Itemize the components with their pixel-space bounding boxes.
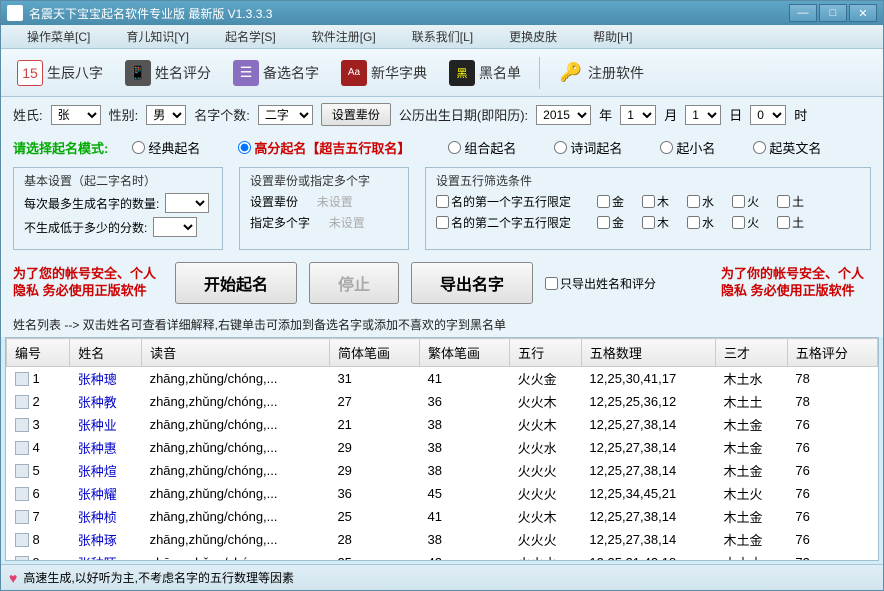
wuxing-1-2[interactable]: 水 [687, 214, 714, 231]
toolbar-icon-2: ☰ [233, 60, 259, 86]
col-1[interactable]: 姓名 [70, 339, 142, 367]
toolbar-3[interactable]: Aa新华字典 [333, 56, 435, 90]
max-count-select[interactable] [165, 193, 209, 213]
minimize-button[interactable]: — [789, 4, 817, 22]
toolbar-icon-3: Aa [341, 60, 367, 86]
table-row[interactable]: 1张种璁zhāng,zhǔng/chóng,...3141火火金12,25,30… [7, 367, 878, 391]
gender-label: 性别: [109, 105, 139, 124]
table-row[interactable]: 5张种煊zhāng,zhǔng/chóng,...2938火火火12,25,27… [7, 459, 878, 482]
row-icon [15, 395, 29, 409]
menu-item-6[interactable]: 帮助[H] [575, 25, 650, 48]
export-only-check[interactable]: 只导出姓名和评分 [545, 275, 656, 292]
row-icon [15, 510, 29, 524]
menu-item-0[interactable]: 操作菜单[C] [9, 25, 108, 48]
hour-select[interactable]: 0 [750, 105, 786, 125]
toolbar-icon-1: 📱 [125, 60, 151, 86]
wuxing-0-0[interactable]: 金 [597, 193, 624, 210]
warning-left: 为了您的帐号安全、个人隐私 务必使用正版软件 [13, 266, 163, 300]
wuxing-first-check[interactable]: 名的第一个字五行限定 [436, 193, 571, 210]
row-icon [15, 556, 29, 561]
count-label: 名字个数: [194, 105, 250, 124]
stop-button[interactable]: 停止 [309, 262, 399, 304]
gender-select[interactable]: 男 [146, 105, 186, 125]
fieldset2-title: 设置辈份或指定多个字 [250, 172, 398, 189]
toolbar-icon-0: 15 [17, 60, 43, 86]
row-icon [15, 487, 29, 501]
col-4[interactable]: 繁体笔画 [420, 339, 510, 367]
col-2[interactable]: 读音 [142, 339, 330, 367]
table-row[interactable]: 4张种惠zhāng,zhǔng/chóng,...2938火火水12,25,27… [7, 436, 878, 459]
row-icon [15, 441, 29, 455]
row-icon [15, 372, 29, 386]
export-button[interactable]: 导出名字 [411, 262, 533, 304]
day-select[interactable]: 1 [685, 105, 721, 125]
wuxing-1-1[interactable]: 木 [642, 214, 669, 231]
min-score-select[interactable] [153, 217, 197, 237]
toolbar-0[interactable]: 15生辰八字 [9, 56, 111, 90]
mode-radio-2[interactable]: 组合起名 [448, 138, 516, 157]
birth-label: 公历出生日期(即阳历): [399, 105, 528, 124]
col-8[interactable]: 五格评分 [787, 339, 877, 367]
table-row[interactable]: 6张种耀zhāng,zhǔng/chóng,...3645火火火12,25,34… [7, 482, 878, 505]
close-button[interactable]: ✕ [849, 4, 877, 22]
wuxing-0-3[interactable]: 火 [732, 193, 759, 210]
count-select[interactable]: 二字 [258, 105, 313, 125]
month-select[interactable]: 1 [620, 105, 656, 125]
wuxing-0-1[interactable]: 木 [642, 193, 669, 210]
toolbar-5[interactable]: 🔑注册软件 [550, 56, 652, 90]
list-hint: 姓名列表 --> 双击姓名可查看详细解释,右键单击可添加到备选名字或添加不喜欢的… [1, 312, 883, 337]
toolbar-icon-4: 黑 [449, 60, 475, 86]
col-5[interactable]: 五行 [510, 339, 582, 367]
mode-radio-5[interactable]: 起英文名 [753, 138, 821, 157]
table-row[interactable]: 7张种桢zhāng,zhǔng/chóng,...2541火火木12,25,27… [7, 505, 878, 528]
mode-radio-4[interactable]: 起小名 [660, 138, 715, 157]
toolbar-1[interactable]: 📱姓名评分 [117, 56, 219, 90]
heart-icon: ♥ [9, 570, 17, 586]
surname-label: 姓氏: [13, 105, 43, 124]
toolbar-4[interactable]: 黑黑名单 [441, 56, 529, 90]
year-select[interactable]: 2015 [536, 105, 591, 125]
table-row[interactable]: 9张种陌zhāng,zhǔng/chóng,...2542火火水12,25,31… [7, 551, 878, 561]
mode-radio-3[interactable]: 诗词起名 [554, 138, 622, 157]
wuxing-second-check[interactable]: 名的第二个字五行限定 [436, 214, 571, 231]
menu-item-4[interactable]: 联系我们[L] [394, 25, 491, 48]
mode-radio-0[interactable]: 经典起名 [132, 138, 200, 157]
start-button[interactable]: 开始起名 [175, 262, 297, 304]
mode-label: 请选择起名模式: [13, 138, 108, 157]
table-row[interactable]: 3张种业zhāng,zhǔng/chóng,...2138火火木12,25,27… [7, 413, 878, 436]
status-text: 高速生成,以好听为主,不考虑名字的五行数理等因素 [23, 569, 294, 586]
fieldset3-title: 设置五行筛选条件 [436, 172, 860, 189]
app-icon [7, 5, 23, 21]
menu-item-2[interactable]: 起名学[S] [207, 25, 294, 48]
name-table[interactable]: 编号姓名读音简体笔画繁体笔画五行五格数理三才五格评分 1张种璁zhāng,zhǔ… [5, 337, 879, 561]
table-row[interactable]: 8张种琢zhāng,zhǔng/chóng,...2838火火火12,25,27… [7, 528, 878, 551]
menu-item-3[interactable]: 软件注册[G] [294, 25, 394, 48]
row-icon [15, 418, 29, 432]
gen-setting-button[interactable]: 设置辈份 [321, 103, 391, 126]
menu-item-1[interactable]: 育儿知识[Y] [108, 25, 207, 48]
col-3[interactable]: 简体笔画 [329, 339, 419, 367]
maximize-button[interactable]: □ [819, 4, 847, 22]
wuxing-0-4[interactable]: 土 [777, 193, 804, 210]
surname-select[interactable]: 张 [51, 105, 101, 125]
row-icon [15, 464, 29, 478]
table-row[interactable]: 2张种教zhāng,zhǔng/chóng,...2736火火木12,25,25… [7, 390, 878, 413]
window-title: 名震天下宝宝起名软件专业版 最新版 V1.3.3.3 [29, 5, 789, 22]
row-icon [15, 533, 29, 547]
col-0[interactable]: 编号 [7, 339, 70, 367]
col-7[interactable]: 三才 [716, 339, 788, 367]
wuxing-1-0[interactable]: 金 [597, 214, 624, 231]
toolbar-icon-5: 🔑 [558, 60, 584, 86]
mode-radio-1[interactable]: 高分起名【超吉五行取名】 [238, 138, 410, 157]
fieldset1-title: 基本设置（起二字名时） [24, 172, 212, 189]
wuxing-1-3[interactable]: 火 [732, 214, 759, 231]
wuxing-0-2[interactable]: 水 [687, 193, 714, 210]
col-6[interactable]: 五格数理 [581, 339, 715, 367]
toolbar-2[interactable]: ☰备选名字 [225, 56, 327, 90]
menu-item-5[interactable]: 更换皮肤 [491, 25, 575, 48]
warning-right: 为了你的帐号安全、个人隐私 务必使用正版软件 [721, 266, 871, 300]
wuxing-1-4[interactable]: 土 [777, 214, 804, 231]
